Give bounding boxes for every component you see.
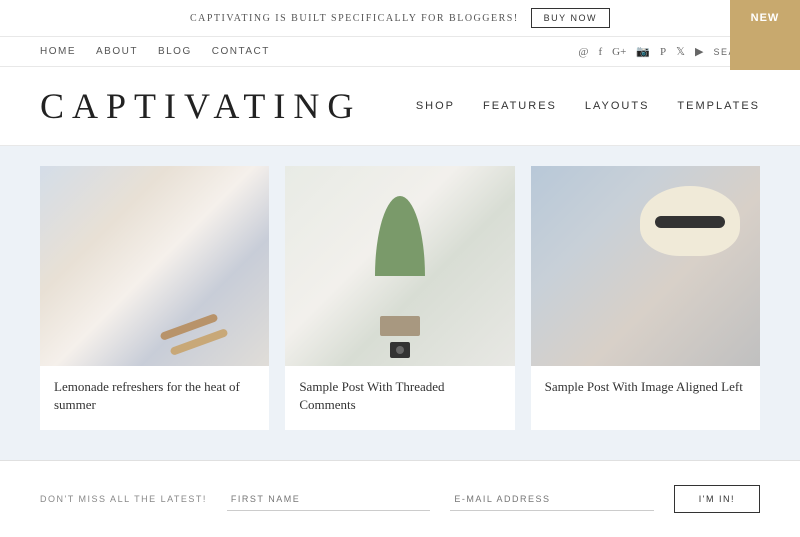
nav-features[interactable]: FEATURES: [483, 100, 557, 112]
announcement-bar: CAPTIVATING IS BUILT SPECIFICALLY FOR BL…: [0, 0, 800, 37]
primary-nav-links: HOME ABOUT BLOG CONTACT: [40, 46, 270, 57]
nav-blog[interactable]: BLOG: [158, 46, 192, 57]
announcement-text: CAPTIVATING IS BUILT SPECIFICALLY FOR BL…: [190, 13, 519, 24]
blog-card-3[interactable]: Sample Post With Image Aligned Left: [531, 166, 760, 430]
buy-now-button[interactable]: BUY NOW: [531, 8, 610, 28]
pinterest-icon[interactable]: P: [660, 46, 666, 58]
secondary-nav: SHOP FEATURES LAYOUTS TEMPLATES: [416, 100, 760, 112]
facebook-icon[interactable]: f: [598, 46, 602, 58]
blog-card-title-2: Sample Post With Threaded Comments: [285, 366, 514, 430]
youtube-icon[interactable]: ▶: [695, 45, 703, 58]
site-logo[interactable]: CAPTIVATING: [40, 85, 361, 127]
blog-card-image-2: [285, 166, 514, 366]
blog-card-title-3: Sample Post With Image Aligned Left: [531, 366, 760, 412]
nav-templates[interactable]: TEMPLATES: [677, 100, 760, 112]
nav-home[interactable]: HOME: [40, 46, 76, 57]
blog-card-2[interactable]: Sample Post With Threaded Comments: [285, 166, 514, 430]
logo-nav: CAPTIVATING SHOP FEATURES LAYOUTS TEMPLA…: [0, 67, 800, 145]
newsletter-submit-button[interactable]: I'M IN!: [674, 485, 760, 513]
primary-nav: HOME ABOUT BLOG CONTACT @ f G+ 📷 P 𝕏 ▶ S…: [0, 37, 800, 67]
blog-card-title-1: Lemonade refreshers for the heat of summ…: [40, 366, 269, 430]
nav-shop[interactable]: SHOP: [416, 100, 455, 112]
blog-card-image-3: [531, 166, 760, 366]
nav-layouts[interactable]: LAYOUTS: [585, 100, 650, 112]
newsletter-section: DON'T MISS ALL THE LATEST! I'M IN!: [0, 460, 800, 537]
nav-about[interactable]: ABOUT: [96, 46, 138, 57]
new-badge: NEW: [730, 0, 800, 70]
camera-icon: [390, 342, 410, 358]
googleplus-icon[interactable]: G+: [612, 46, 626, 58]
email-input[interactable]: [450, 488, 653, 511]
blog-grid: Lemonade refreshers for the heat of summ…: [40, 166, 760, 430]
blog-grid-section: Lemonade refreshers for the heat of summ…: [0, 146, 800, 460]
blog-card-1[interactable]: Lemonade refreshers for the heat of summ…: [40, 166, 269, 430]
blog-card-image-1: [40, 166, 269, 366]
nav-contact[interactable]: CONTACT: [212, 46, 270, 57]
newsletter-label: DON'T MISS ALL THE LATEST!: [40, 494, 207, 504]
first-name-input[interactable]: [227, 488, 430, 511]
instagram-icon[interactable]: 📷: [636, 45, 650, 58]
twitter-icon[interactable]: 𝕏: [676, 45, 685, 58]
email-icon[interactable]: @: [578, 46, 588, 58]
